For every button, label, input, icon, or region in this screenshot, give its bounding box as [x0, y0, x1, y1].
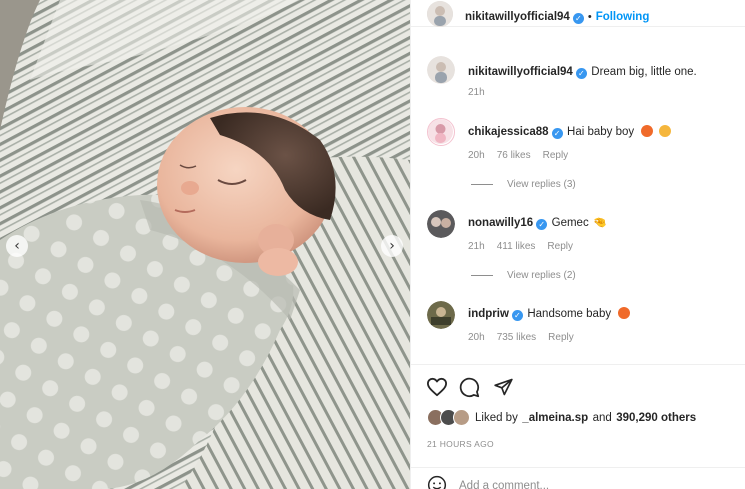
view-replies-button[interactable]: View replies (3)	[471, 179, 576, 190]
comment-avatar[interactable]	[427, 118, 455, 146]
reply-button[interactable]: Reply	[548, 332, 574, 343]
previous-photo-button[interactable]: ‹	[6, 235, 28, 257]
view-replies-button[interactable]: View replies (2)	[471, 270, 576, 281]
comment: chikajessica88 ✓ Hai baby boy	[468, 122, 672, 140]
caption-username[interactable]: nikitawillyofficial94	[468, 66, 573, 78]
heart-eyes-emoji-icon	[617, 307, 630, 319]
comment-avatar[interactable]	[427, 301, 455, 329]
next-photo-button[interactable]: ›	[381, 235, 403, 257]
comment-time[interactable]: 21h	[468, 241, 485, 252]
replies-divider	[471, 275, 493, 276]
avatar-image	[427, 301, 455, 329]
caption-text: Dream big, little one.	[591, 66, 697, 78]
comment-username[interactable]: chikajessica88	[468, 126, 549, 138]
comment-text: Handsome baby	[527, 308, 612, 320]
reply-button[interactable]: Reply	[543, 150, 569, 161]
verified-icon: ✓	[551, 128, 563, 139]
comment-avatar[interactable]	[427, 210, 455, 238]
reply-button[interactable]: Reply	[547, 241, 573, 252]
caption-time[interactable]: 21h	[468, 87, 485, 98]
comment-likes[interactable]: 411 likes	[497, 241, 536, 252]
view-replies-label: View replies (3)	[507, 179, 576, 190]
verified-icon: ✓	[572, 13, 584, 24]
chevron-right-icon: ›	[389, 238, 395, 254]
post-details-panel: nikitawillyofficial94 ✓ • Following nikitaw…	[410, 0, 745, 489]
replies-divider	[471, 184, 493, 185]
comment-likes[interactable]: 735 likes	[497, 332, 536, 343]
chevron-left-icon: ‹	[14, 238, 20, 254]
liked-by-user[interactable]: _almeina.sp	[522, 412, 588, 424]
comment-likes[interactable]: 76 likes	[497, 150, 531, 161]
post-actions: Liked by _almeina.sp and 390,290 others …	[411, 364, 745, 489]
comment: indpriw ✓ Handsome baby	[468, 304, 630, 322]
comment-icon[interactable]	[459, 377, 480, 403]
liked-by: Liked by _almeina.sp and 390,290 others	[427, 409, 696, 427]
liker-avatars	[427, 409, 471, 427]
share-icon[interactable]	[493, 377, 514, 402]
comment-text: Hai baby boy	[567, 126, 635, 138]
view-replies-label: View replies (2)	[507, 270, 576, 281]
avatar-image	[428, 119, 453, 144]
comment-input[interactable]: Add a comment...	[459, 480, 549, 489]
author-username[interactable]: nikitawillyofficial94	[465, 11, 570, 23]
avatar-image	[427, 1, 453, 27]
smiling-emoji-icon	[659, 125, 672, 137]
verified-icon: ✓	[511, 310, 523, 321]
pinching-hand-emoji-icon: 🤏	[593, 216, 607, 229]
likes-count[interactable]: 390,290 others	[616, 412, 696, 424]
liked-by-prefix: Liked by	[475, 412, 518, 424]
comment: nonawilly16 ✓ Gemec 🤏	[468, 213, 607, 231]
liked-by-and: and	[592, 412, 612, 424]
verified-icon: ✓	[575, 68, 587, 79]
add-comment-bar: Add a comment...	[411, 467, 745, 489]
following-button[interactable]: Following	[596, 11, 650, 23]
post-photo: ‹ ›	[0, 0, 410, 489]
comment-time[interactable]: 20h	[468, 332, 485, 343]
comment-time[interactable]: 20h	[468, 150, 485, 161]
liker-avatar	[453, 409, 470, 426]
baby-photo-illustration	[0, 0, 410, 489]
caption-avatar[interactable]	[427, 56, 455, 84]
avatar-image	[427, 56, 455, 84]
comment-text: Gemec	[551, 217, 589, 229]
emoji-picker-icon[interactable]	[427, 475, 447, 489]
heart-icon[interactable]	[426, 377, 448, 402]
avatar-image	[427, 210, 455, 238]
caption: nikitawillyofficial94 ✓ Dream big, little…	[468, 62, 697, 80]
comment-username[interactable]: nonawilly16	[468, 217, 533, 229]
star-struck-emoji-icon	[640, 125, 653, 137]
author-avatar[interactable]	[427, 1, 453, 27]
post-timestamp[interactable]: 21 HOURS AGO	[427, 439, 494, 449]
verified-icon: ✓	[536, 219, 548, 230]
post-header: nikitawillyofficial94 ✓ • Following	[411, 0, 745, 27]
separator-dot: •	[587, 11, 592, 23]
comment-username[interactable]: indpriw	[468, 308, 509, 320]
